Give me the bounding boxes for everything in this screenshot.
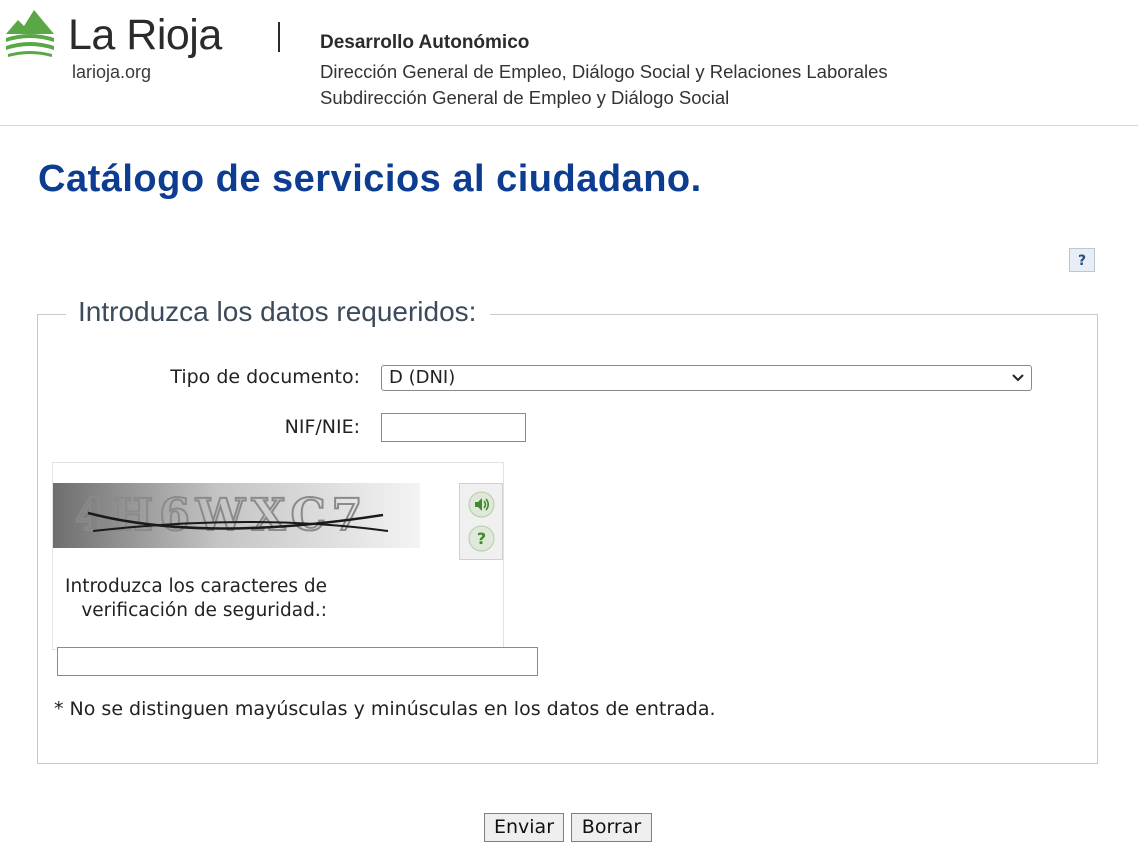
form-legend: Introduzca los datos requeridos: <box>66 296 491 328</box>
nif-input[interactable] <box>381 413 526 442</box>
department-name: Desarrollo Autonómico <box>320 32 530 53</box>
help-button[interactable]: ? <box>1069 248 1095 272</box>
captcha-prompt: Introduzca los caracteres de verificació… <box>65 576 327 621</box>
header-divider <box>278 22 280 52</box>
nif-label: NIF/NIE: <box>284 416 360 438</box>
chevron-down-icon <box>1012 374 1024 382</box>
brand-name[interactable]: La Rioja <box>68 10 222 60</box>
doc-type-selected-value: D (DNI) <box>389 367 456 388</box>
site-header: La Rioja larioja.org Desarrollo Autonómi… <box>0 0 1138 126</box>
brand-url[interactable]: larioja.org <box>72 62 151 83</box>
subdirection-name: Subdirección General de Empleo y Diálogo… <box>320 87 730 108</box>
doc-type-label: Tipo de documento: <box>170 366 360 388</box>
general-direction-name: Dirección General de Empleo, Diálogo Soc… <box>320 61 888 82</box>
doc-type-select[interactable]: D (DNI) <box>381 365 1032 391</box>
speaker-icon[interactable] <box>468 491 495 518</box>
question-icon[interactable]: ? <box>468 525 495 552</box>
case-insensitive-note: * No se distinguen mayúsculas y minúscul… <box>54 698 716 720</box>
la-rioja-logo-icon <box>6 10 54 57</box>
captcha-image: 4H6WXC7 <box>53 483 420 548</box>
captcha-tools: ? <box>459 483 503 560</box>
reset-button[interactable]: Borrar <box>571 813 652 842</box>
svg-text:?: ? <box>477 529 486 548</box>
submit-button[interactable]: Enviar <box>484 813 564 842</box>
captcha-input[interactable] <box>57 647 538 676</box>
captcha-text: 4H6WXC7 <box>75 490 368 541</box>
page-title: Catálogo de servicios al ciudadano. <box>38 158 702 200</box>
